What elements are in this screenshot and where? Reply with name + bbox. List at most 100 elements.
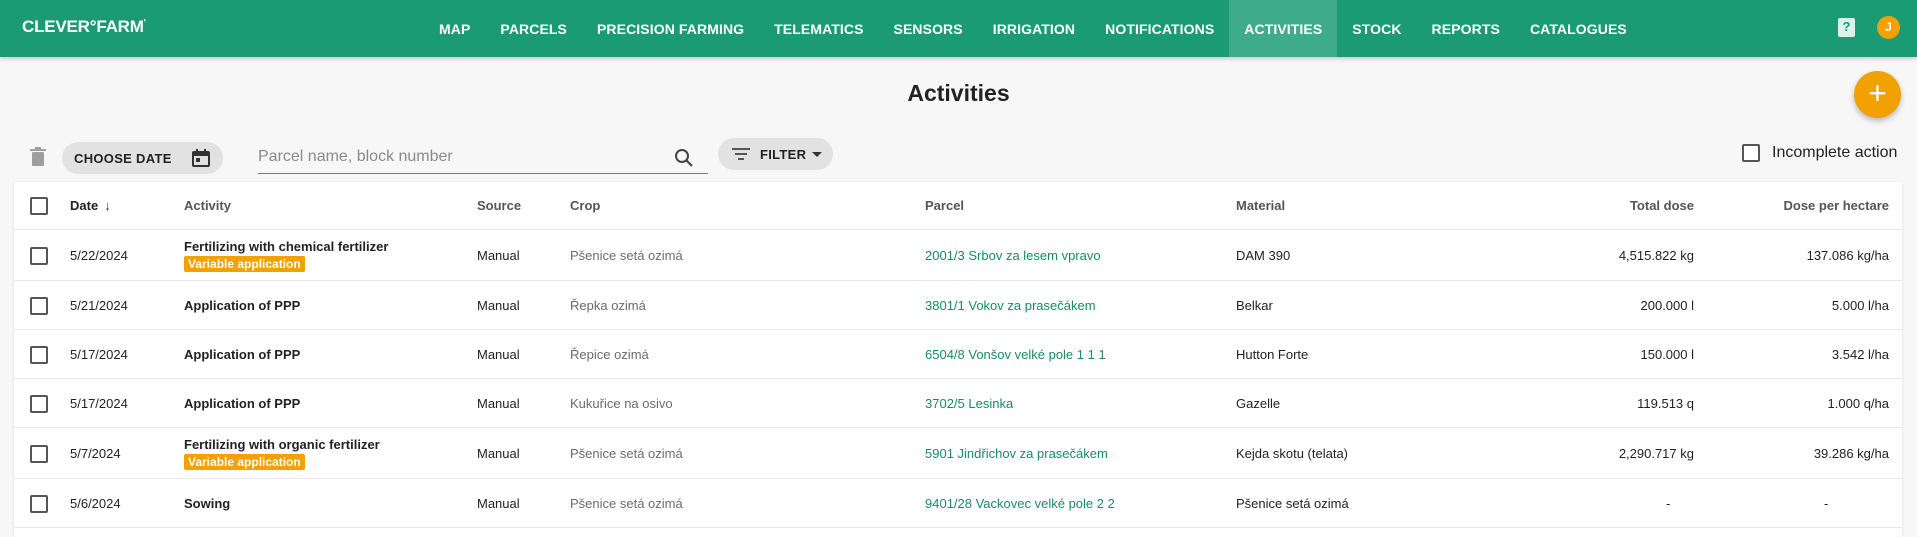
row-checkbox[interactable] [30,346,48,364]
row-date: 5/17/2024 [70,396,128,411]
row-dose-per-hectare: 3.542 l/ha [1831,347,1889,362]
choose-date-label: CHOOSE DATE [74,150,172,166]
row-material: Gazelle [1236,396,1281,411]
column-header-date[interactable]: Date ↓ [70,198,111,213]
row-date: 5/17/2024 [70,347,128,362]
row-dose-per-hectare: 137.086 kg/ha [1806,248,1889,263]
variable-application-badge: Variable application [184,256,305,272]
row-crop: Řepice ozimá [570,347,649,362]
nav-item-map[interactable]: MAP [424,0,485,57]
row-checkbox[interactable] [30,495,48,513]
row-parcel-link[interactable]: 2001/3 Srbov za lesem vpravo [925,248,1101,263]
row-checkbox[interactable] [30,247,48,265]
row-material: DAM 390 [1236,248,1291,263]
table-row[interactable]: 5/17/2024 Application of PPP Manual Kuku… [14,379,1902,428]
column-header-material: Material [1236,198,1286,213]
nav-item-precision-farming[interactable]: PRECISION FARMING [582,0,759,57]
table-row[interactable]: 5/17/2024 Application of PPP Manual Řepi… [14,330,1902,379]
row-crop: Řepka ozimá [570,298,646,313]
sort-down-icon: ↓ [104,198,111,213]
nav-item-stock[interactable]: STOCK [1337,0,1416,57]
search-field [258,142,708,174]
column-header-activity: Activity [184,198,231,213]
row-activity: Fertilizing with chemical fertilizer [184,239,389,254]
column-header-source: Source [477,198,522,213]
row-source: Manual [477,347,520,362]
variable-application-badge: Variable application [184,454,305,470]
activities-table: Date ↓ Activity Source Crop Parcel Materi… [14,182,1902,537]
row-date: 5/7/2024 [70,446,121,461]
row-total-dose: 2,290.717 kg [1618,446,1694,461]
app-logo[interactable]: CLEVER°FARM' [22,17,146,37]
help-icon[interactable]: ? [1838,18,1855,37]
nav-item-telematics[interactable]: TELEMATICS [759,0,878,57]
row-parcel-link[interactable]: 5901 Jindřichov za prasečákem [925,446,1108,461]
incomplete-action-label: Incomplete action [1772,144,1898,161]
incomplete-action-toggle[interactable]: Incomplete action [1742,144,1897,162]
table-row[interactable]: 5/6/2024 Sowing Manual Pšenice setá ozim… [14,479,1902,528]
row-dose-per-hectare: 39.286 kg/ha [1813,446,1889,461]
nav-item-irrigation[interactable]: IRRIGATION [978,0,1090,57]
top-navigation-bar: CLEVER°FARM' MAP PARCELS PRECISION FARMI… [0,0,1917,57]
row-activity: Fertilizing with organic fertilizer [184,437,380,452]
incomplete-action-checkbox[interactable] [1742,144,1760,162]
row-material: Kejda skotu (telata) [1236,446,1349,461]
row-checkbox[interactable] [30,297,48,315]
row-dose-per-hectare: 1.000 q/ha [1827,396,1889,411]
row-activity: Application of PPP [184,347,301,362]
select-all-checkbox[interactable] [30,197,48,215]
table-header: Date ↓ Activity Source Crop Parcel Materi… [14,182,1902,230]
row-source: Manual [477,298,520,313]
row-crop: Pšenice setá ozimá [570,496,683,511]
column-header-total-dose: Total dose [1629,198,1694,213]
row-source: Manual [477,446,520,461]
row-date: 5/6/2024 [70,496,121,511]
row-parcel-link[interactable]: 3702/5 Lesinka [925,396,1013,411]
row-total-dose: 150.000 l [1640,347,1695,362]
row-parcel-link[interactable]: 9401/28 Vackovec velké pole 2 2 [925,496,1115,511]
row-material: Belkar [1236,298,1273,313]
table-row[interactable]: 5/21/2024 Application of PPP Manual Řepk… [14,281,1902,330]
row-total-dose: 4,515.822 kg [1618,248,1694,263]
add-activity-button[interactable]: + [1854,71,1901,118]
row-activity: Application of PPP [184,396,301,411]
filter-label: FILTER [760,147,807,162]
trash-icon[interactable] [29,147,47,167]
row-parcel-link[interactable]: 6504/8 Vonšov velké pole 1 1 1 [925,347,1106,362]
row-source: Manual [477,496,520,511]
row-parcel-link[interactable]: 3801/1 Vokov za prasečákem [925,298,1096,313]
column-header-dose-per-hectare: Dose per hectare [1783,198,1890,213]
nav-item-reports[interactable]: REPORTS [1417,0,1515,57]
row-checkbox[interactable] [30,445,48,463]
filter-button[interactable]: FILTER [718,138,833,170]
row-dose-per-hectare: 5.000 l/ha [1831,298,1889,313]
nav-item-parcels[interactable]: PARCELS [485,0,582,57]
row-material: Hutton Forte [1236,347,1309,362]
row-crop: Pšenice setá ozimá [570,248,683,263]
row-crop: Pšenice setá ozimá [570,446,683,461]
table-row[interactable]: 5/22/2024 Fertilizing with chemical fert… [14,230,1902,281]
table-row[interactable]: 5/7/2024 Fertilizing with organic fertil… [14,428,1902,479]
row-date: 5/21/2024 [70,298,128,313]
user-avatar[interactable]: J [1877,16,1900,39]
nav-item-notifications[interactable]: NOTIFICATIONS [1090,0,1229,57]
calendar-icon [192,149,210,167]
search-input[interactable] [258,142,668,172]
row-date: 5/22/2024 [70,248,128,263]
row-dose-per-hectare: - [1824,496,1829,511]
row-source: Manual [477,248,520,263]
page-title: Activities [907,80,1010,106]
filter-icon [732,148,750,160]
chevron-down-icon [812,152,822,157]
search-icon[interactable] [674,148,694,168]
row-total-dose: 200.000 l [1640,298,1695,313]
column-header-parcel: Parcel [925,198,965,213]
nav-item-activities[interactable]: ACTIVITIES [1229,0,1338,57]
nav-item-sensors[interactable]: SENSORS [879,0,978,57]
choose-date-button[interactable]: CHOOSE DATE [62,142,223,174]
nav-item-catalogues[interactable]: CATALOGUES [1515,0,1642,57]
row-checkbox[interactable] [30,395,48,413]
row-activity: Sowing [184,496,231,511]
row-material: Pšenice setá ozimá [1236,496,1349,511]
row-total-dose: - [1666,496,1671,511]
